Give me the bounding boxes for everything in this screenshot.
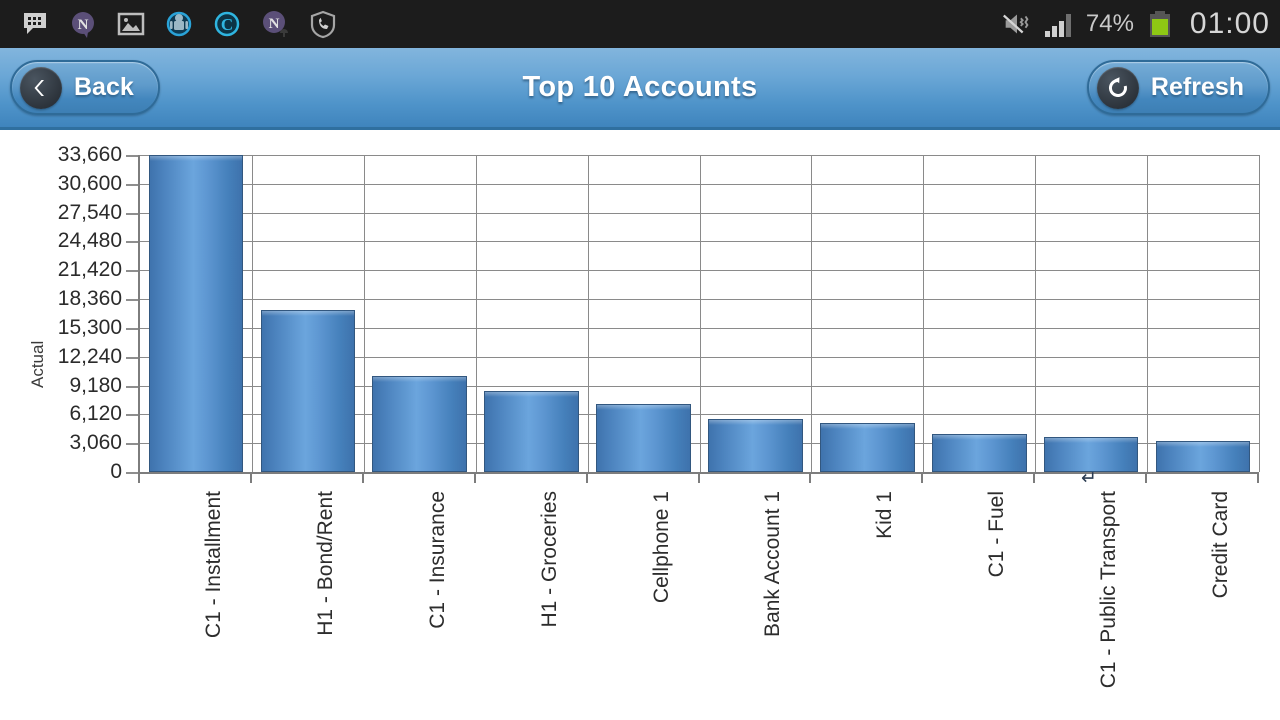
refresh-circular-arrow-icon <box>1096 66 1139 109</box>
y-axis-tick-label: 15,300 <box>57 315 122 339</box>
bar[interactable] <box>148 155 244 472</box>
y-axis-title: Actual <box>28 340 47 388</box>
gridline-vertical <box>475 155 477 472</box>
y-axis-tick-label: 6,120 <box>69 402 122 426</box>
gridline-vertical <box>1147 155 1149 472</box>
svg-text:N: N <box>78 17 89 33</box>
x-axis-tick-label: Bank Account 1 <box>761 491 785 637</box>
y-axis-tick-label: 3,060 <box>69 431 122 455</box>
y-axis-tick-label: 33,660 <box>57 143 122 166</box>
bar[interactable] <box>708 418 803 472</box>
bar[interactable] <box>260 310 356 472</box>
status-bar-system-indicators: 74% 01:00 <box>1000 7 1270 41</box>
signal-bars-icon <box>1043 7 1077 41</box>
x-axis-tick-mark <box>809 472 812 483</box>
x-axis-tick-label: Kid 1 <box>873 491 897 539</box>
x-axis-tick-mark <box>473 472 476 483</box>
status-bar: N C N 74% 01:00 <box>0 0 1280 48</box>
x-axis-tick-mark <box>585 472 588 483</box>
y-axis-tick-mark <box>126 385 138 388</box>
y-axis-tick-mark <box>126 327 138 330</box>
x-axis-tick-mark <box>249 472 252 483</box>
bar[interactable] <box>931 434 1027 472</box>
y-axis-tick-mark <box>126 356 138 359</box>
x-axis-tick-mark <box>921 472 924 483</box>
refresh-button[interactable]: Refresh <box>1086 60 1270 115</box>
plot-area <box>138 155 1260 474</box>
x-axis-tick-mark <box>138 472 140 483</box>
y-axis-tick-label: 12,240 <box>57 344 122 368</box>
svg-text:C: C <box>221 15 233 34</box>
x-axis-tick-mark <box>1033 472 1036 483</box>
refresh-button-label: Refresh <box>1150 73 1244 101</box>
clock-label: 01:00 <box>1189 7 1270 40</box>
plot-right-border <box>1259 155 1260 472</box>
x-axis-tick-label: H1 - Bond/Rent <box>313 491 337 636</box>
bar[interactable] <box>372 375 468 472</box>
app-title-bar: Back Top 10 Accounts Refresh <box>0 48 1280 130</box>
bbm-chat-icon <box>18 7 52 41</box>
y-axis-tick-mark <box>126 212 138 215</box>
y-axis-tick-mark <box>126 270 138 273</box>
bar-chart: Actual 0 3,060 6,120 9,180 12,240 15,300 18,36… <box>0 133 1280 720</box>
gridline-vertical <box>363 155 365 472</box>
status-bar-notification-icons: N C N <box>18 7 1000 41</box>
gallery-image-icon <box>114 7 148 41</box>
y-axis-tick-label: 18,360 <box>57 287 122 311</box>
battery-icon <box>1143 7 1177 41</box>
x-axis-tick-label: H1 - Groceries <box>537 491 561 628</box>
gridline-vertical <box>251 155 253 472</box>
x-axis-tick-label: C1 - Installment <box>201 491 225 639</box>
text-cursor-artifact: ↵ <box>1081 468 1097 489</box>
bar[interactable] <box>820 423 915 472</box>
x-axis-tick-label: C1 - Public Transport <box>1097 491 1121 689</box>
android-sync-icon <box>162 7 196 41</box>
call-shield-icon <box>306 7 340 41</box>
y-axis-tick-label: 21,420 <box>57 258 122 282</box>
svg-text:N: N <box>269 16 280 32</box>
y-axis-tick-label: 9,180 <box>69 373 122 397</box>
y-axis-tick-mark <box>126 241 138 244</box>
gridline-vertical <box>923 155 925 472</box>
x-axis-tick-label: Credit Card <box>1209 491 1233 599</box>
gridline-vertical <box>699 155 701 472</box>
gridline-vertical <box>1035 155 1037 472</box>
x-axis-tick-mark <box>697 472 700 483</box>
x-axis-tick-label: C1 - Insurance <box>425 491 449 629</box>
y-axis-tick-mark <box>126 414 138 417</box>
y-axis-tick-mark <box>126 472 138 474</box>
y-axis-tick-label: 0 <box>110 460 122 483</box>
y-axis-tick-label: 24,480 <box>57 229 122 253</box>
x-axis-tick-mark <box>1257 472 1259 483</box>
y-axis-tick-mark <box>126 299 138 302</box>
y-axis-tick-mark <box>126 183 138 186</box>
y-axis-tick-label: 27,540 <box>57 200 122 224</box>
x-axis-tick-mark <box>361 472 364 483</box>
x-axis-tick-label: C1 - Fuel <box>985 491 1009 578</box>
battery-percent-label: 74% <box>1085 10 1134 37</box>
y-axis-tick-mark <box>126 443 138 446</box>
mute-vibrate-icon <box>1000 7 1034 41</box>
gridline-vertical <box>811 155 813 472</box>
nimbuzz-icon: N <box>66 7 100 41</box>
nimbuzz-notification-icon: N <box>258 7 292 41</box>
bar[interactable] <box>484 391 579 472</box>
x-axis-tick-label: Cellphone 1 <box>649 491 673 604</box>
bar[interactable] <box>596 404 691 472</box>
y-axis-tick-label: 30,600 <box>57 171 122 195</box>
y-axis-tick-mark <box>126 155 138 157</box>
x-axis-tick-mark <box>1145 472 1148 483</box>
bar[interactable] <box>1155 441 1251 472</box>
clean-master-icon: C <box>210 7 244 41</box>
gridline-vertical <box>587 155 589 472</box>
